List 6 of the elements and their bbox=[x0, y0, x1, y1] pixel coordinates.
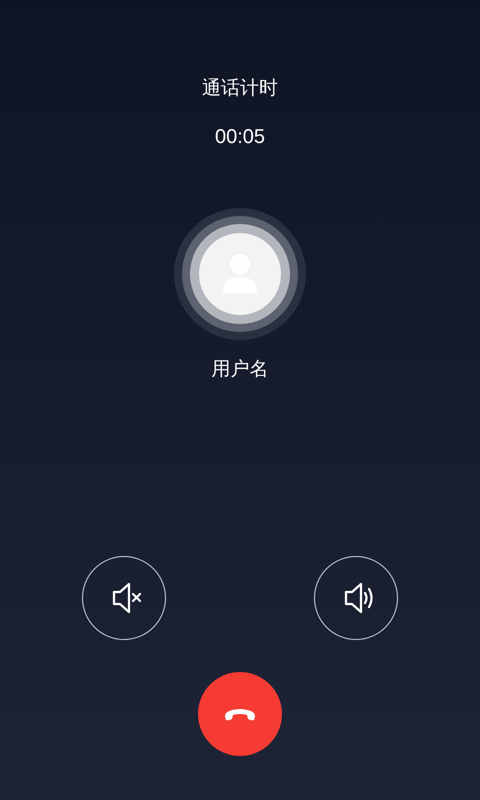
speaker-button[interactable] bbox=[314, 556, 398, 640]
phone-icon bbox=[223, 706, 257, 722]
mute-button[interactable] bbox=[82, 556, 166, 640]
call-status-title: 通话计时 bbox=[202, 76, 278, 101]
caller-name: 用户名 bbox=[212, 357, 268, 382]
call-timer: 00:05 bbox=[214, 125, 266, 150]
